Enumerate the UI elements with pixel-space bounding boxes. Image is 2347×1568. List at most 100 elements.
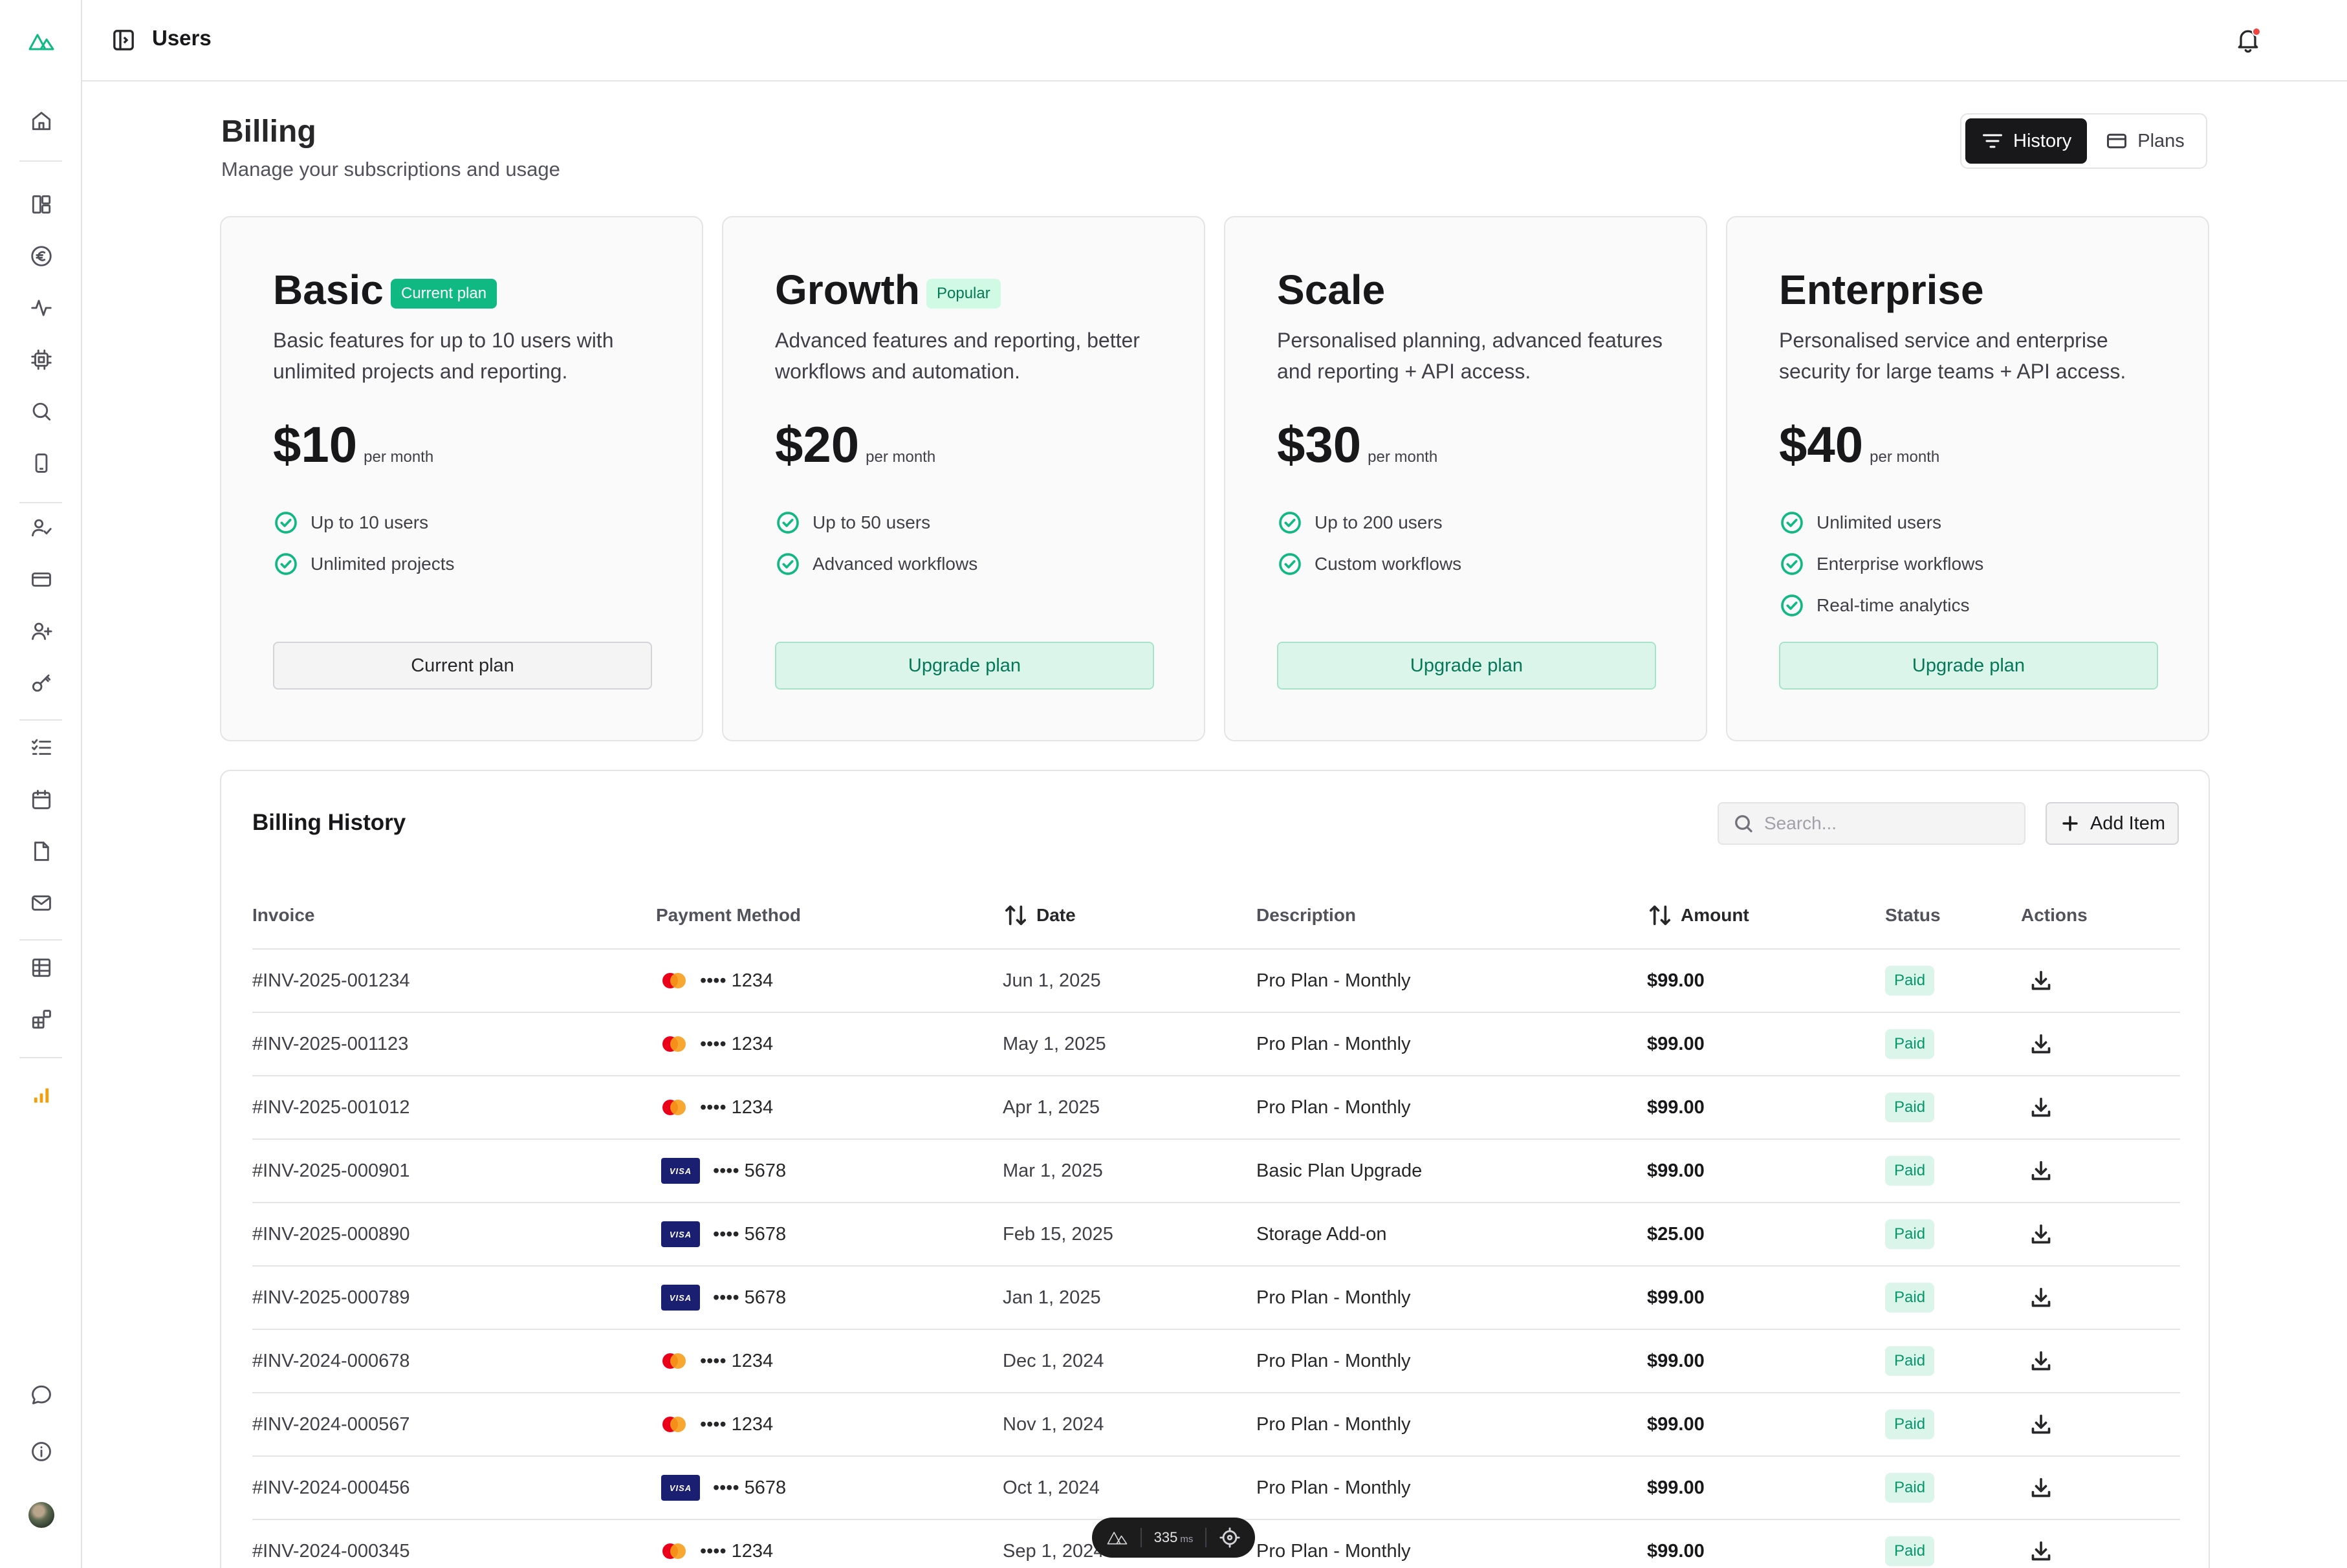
- column-header-label: Invoice: [252, 905, 315, 925]
- page-subtitle: Manage your subscriptions and usage: [221, 158, 560, 180]
- download-button[interactable]: [2026, 1473, 2056, 1503]
- column-header-label: Description: [1256, 905, 1357, 925]
- column-header-invoice: Invoice: [252, 881, 314, 950]
- column-header-date[interactable]: Date: [1003, 881, 1076, 950]
- status-cell: Paid: [1885, 1267, 1935, 1329]
- table-row[interactable]: #INV-2025-001012 •••• 1234 Apr 1, 2025 Pro …: [252, 1076, 2180, 1140]
- phone-icon[interactable]: [26, 448, 57, 479]
- search-input[interactable]: [1764, 813, 2010, 834]
- layout-icon[interactable]: [26, 189, 57, 220]
- table-row[interactable]: #INV-2025-001123 •••• 1234 May 1, 2025 Pro …: [252, 1013, 2180, 1076]
- status-badge: Paid: [1885, 1093, 1935, 1122]
- table-header: Invoice Payment Method Date Description …: [252, 881, 2180, 950]
- description-cell: Pro Plan - Monthly: [1256, 1096, 1411, 1118]
- plan-card-scale: Scale Personalised planning, advanced fe…: [1224, 216, 1707, 741]
- table-row[interactable]: #INV-2024-000678 •••• 1234 Dec 1, 2024 Pro …: [252, 1330, 2180, 1393]
- download-button[interactable]: [2026, 1093, 2056, 1122]
- perf-indicator[interactable]: 335 ms: [1092, 1518, 1255, 1558]
- chart-bars-icon[interactable]: [26, 1079, 57, 1110]
- plan-feature: Enterprise workflows: [1779, 543, 1983, 585]
- plans-tab-label: Plans: [2137, 130, 2185, 151]
- key-icon[interactable]: [26, 668, 57, 699]
- download-button[interactable]: [2026, 1029, 2056, 1059]
- avatar[interactable]: [28, 1502, 54, 1528]
- add-item-label: Add Item: [2090, 812, 2166, 834]
- date-cell: Jun 1, 2025: [1003, 970, 1101, 991]
- amount-cell: $25.00: [1647, 1223, 1705, 1245]
- plan-card-enterprise: Enterprise Personalised service and ente…: [1726, 216, 2209, 741]
- status-badge: Paid: [1885, 1219, 1935, 1249]
- column-header-label: Status: [1885, 905, 1941, 925]
- download-button[interactable]: [2026, 1156, 2056, 1186]
- current-plan-button[interactable]: Current plan: [273, 642, 652, 690]
- status-badge: Paid: [1885, 1283, 1935, 1312]
- amount-cell: $99.00: [1647, 1287, 1705, 1308]
- download-icon: [2031, 1351, 2051, 1371]
- search-icon[interactable]: [26, 396, 57, 427]
- credit-card-icon[interactable]: [26, 564, 57, 595]
- plan-price: $10 per month: [273, 419, 433, 470]
- actions-cell: [2026, 1013, 2056, 1075]
- table-row[interactable]: #INV-2024-000567 •••• 1234 Nov 1, 2024 Pro …: [252, 1393, 2180, 1457]
- info-icon[interactable]: [26, 1436, 57, 1467]
- user-plus-icon[interactable]: [26, 616, 57, 647]
- message-icon[interactable]: [26, 1379, 57, 1410]
- amount-cell: $99.00: [1647, 1540, 1705, 1562]
- amount-cell: $99.00: [1647, 1096, 1705, 1118]
- plan-price-amount: $10: [273, 416, 358, 473]
- actions-cell: [2026, 1203, 2056, 1265]
- download-icon: [2031, 1414, 2051, 1434]
- column-header-amount[interactable]: Amount: [1647, 881, 1749, 950]
- pill-divider: [1205, 1528, 1207, 1547]
- home-icon[interactable]: [26, 105, 57, 136]
- app-logo-icon[interactable]: [28, 30, 55, 53]
- invoice-cell: #INV-2024-000567: [252, 1413, 410, 1435]
- plans-tab[interactable]: Plans: [2090, 118, 2200, 164]
- add-item-button[interactable]: Add Item: [2046, 802, 2179, 845]
- status-badge: Paid: [1885, 1536, 1935, 1566]
- download-button[interactable]: [2026, 1346, 2056, 1376]
- crosshair-icon[interactable]: [1219, 1527, 1241, 1549]
- column-header-description: Description: [1256, 881, 1356, 950]
- blocks-icon[interactable]: [26, 1004, 57, 1035]
- plan-feature-label: Up to 50 users: [813, 512, 931, 532]
- plan-name: Growth: [775, 267, 920, 313]
- sidebar-toggle-icon[interactable]: [111, 27, 136, 53]
- payment-method-cell: VISA •••• 5678: [661, 1267, 786, 1329]
- table-row[interactable]: #INV-2025-000890 VISA •••• 5678 Feb 15, 202…: [252, 1203, 2180, 1267]
- upgrade-plan-button[interactable]: Upgrade plan: [1779, 642, 2158, 690]
- download-button[interactable]: [2026, 1283, 2056, 1312]
- file-icon[interactable]: [26, 836, 57, 867]
- user-check-icon[interactable]: [26, 512, 57, 543]
- upgrade-plan-button[interactable]: Upgrade plan: [775, 642, 1154, 690]
- table-row[interactable]: #INV-2025-001234 •••• 1234 Jun 1, 2025 Pro …: [252, 950, 2180, 1013]
- table-row[interactable]: #INV-2025-000789 VISA •••• 5678 Jan 1, 2025…: [252, 1267, 2180, 1330]
- euro-icon[interactable]: [26, 241, 57, 272]
- calendar-icon[interactable]: [26, 784, 57, 815]
- history-tab[interactable]: History: [1965, 118, 2088, 164]
- download-button[interactable]: [2026, 966, 2056, 996]
- download-button[interactable]: [2026, 1536, 2056, 1566]
- cpu-icon[interactable]: [26, 344, 57, 375]
- plan-feature: Real-time analytics: [1779, 585, 1983, 626]
- table-row[interactable]: #INV-2024-000456 VISA •••• 5678 Oct 1, 2024…: [252, 1457, 2180, 1520]
- activity-icon[interactable]: [26, 292, 57, 323]
- card-last4: •••• 1234: [700, 1413, 774, 1435]
- column-header-payment-method: Payment Method: [656, 881, 801, 950]
- card-last4: •••• 5678: [713, 1223, 787, 1245]
- credit-card-icon: [2107, 133, 2127, 149]
- invoice-cell: #INV-2024-000678: [252, 1350, 410, 1371]
- sort-arrows-icon: [1650, 905, 1670, 926]
- table-row[interactable]: #INV-2025-000901 VISA •••• 5678 Mar 1, 2025…: [252, 1140, 2180, 1203]
- table-icon[interactable]: [26, 952, 57, 983]
- mail-icon[interactable]: [26, 887, 57, 919]
- payment-method-cell: •••• 1234: [661, 1013, 773, 1075]
- download-button[interactable]: [2026, 1410, 2056, 1439]
- actions-cell: [2026, 1076, 2056, 1138]
- download-button[interactable]: [2026, 1219, 2056, 1249]
- visa-card-icon: VISA: [661, 1158, 700, 1184]
- list-checks-icon[interactable]: [26, 732, 57, 763]
- notifications-bell-icon[interactable]: [2234, 26, 2262, 54]
- upgrade-plan-button[interactable]: Upgrade plan: [1277, 642, 1656, 690]
- plan-feature: Unlimited projects: [273, 543, 455, 585]
